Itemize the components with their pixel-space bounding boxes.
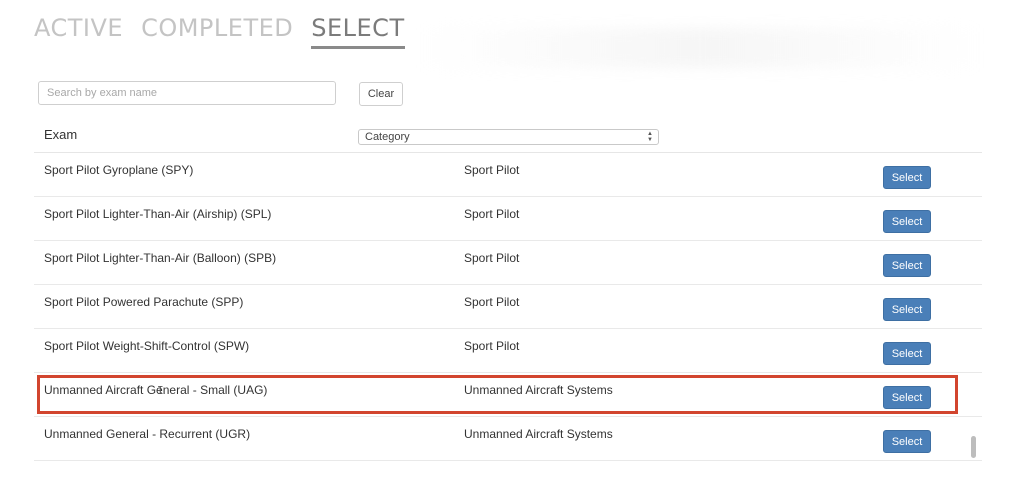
- select-button[interactable]: Select: [883, 430, 931, 453]
- exam-name: Sport Pilot Gyroplane (SPY): [44, 163, 194, 177]
- table-row: Sport Pilot Lighter-Than-Air (Airship) (…: [34, 197, 982, 241]
- exam-name: Sport Pilot Powered Parachute (SPP): [44, 295, 244, 309]
- tab-active[interactable]: ACTIVE: [34, 14, 123, 49]
- exam-column-header: Exam: [44, 127, 78, 142]
- exam-name: Unmanned General - Recurrent (UGR): [44, 427, 251, 441]
- select-button[interactable]: Select: [883, 210, 931, 233]
- exam-category: Sport Pilot: [464, 163, 520, 177]
- select-button[interactable]: Select: [883, 298, 931, 321]
- search-input[interactable]: [38, 81, 336, 105]
- scrollbar-thumb[interactable]: [971, 436, 976, 458]
- blurred-background: [420, 28, 980, 68]
- select-button[interactable]: Select: [883, 342, 931, 365]
- highlight-box: [37, 375, 958, 414]
- category-select-label: Category: [365, 131, 410, 143]
- text-cursor-icon: I: [157, 384, 164, 397]
- table-row: Sport Pilot Lighter-Than-Air (Balloon) (…: [34, 241, 982, 285]
- tab-bar: ACTIVE COMPLETED SELECT: [34, 14, 405, 49]
- exam-category: Unmanned Aircraft Systems: [464, 427, 613, 441]
- select-button[interactable]: Select: [883, 254, 931, 277]
- exam-category: Sport Pilot: [464, 207, 520, 221]
- tab-select[interactable]: SELECT: [311, 14, 405, 49]
- exam-category: Sport Pilot: [464, 295, 520, 309]
- updown-arrows-icon: ▲ ▼: [647, 131, 653, 143]
- exam-category: Sport Pilot: [464, 251, 520, 265]
- table-row: Sport Pilot Weight-Shift-Control (SPW) S…: [34, 329, 982, 373]
- table-row: Sport Pilot Powered Parachute (SPP) Spor…: [34, 285, 982, 329]
- exam-table: Sport Pilot Gyroplane (SPY) Sport Pilot …: [34, 152, 982, 473]
- exam-name: Sport Pilot Lighter-Than-Air (Airship) (…: [44, 207, 272, 221]
- exam-name: Sport Pilot Weight-Shift-Control (SPW): [44, 339, 250, 353]
- exam-name: Sport Pilot Lighter-Than-Air (Balloon) (…: [44, 251, 277, 265]
- table-row: Unmanned General - Recurrent (UGR) Unman…: [34, 417, 982, 461]
- category-select[interactable]: Category ▲ ▼: [358, 129, 659, 145]
- clear-button[interactable]: Clear: [359, 82, 403, 106]
- tab-completed[interactable]: COMPLETED: [141, 14, 293, 49]
- exam-category: Sport Pilot: [464, 339, 520, 353]
- table-row: Sport Pilot Gyroplane (SPY) Sport Pilot …: [34, 153, 982, 197]
- select-button[interactable]: Select: [883, 166, 931, 189]
